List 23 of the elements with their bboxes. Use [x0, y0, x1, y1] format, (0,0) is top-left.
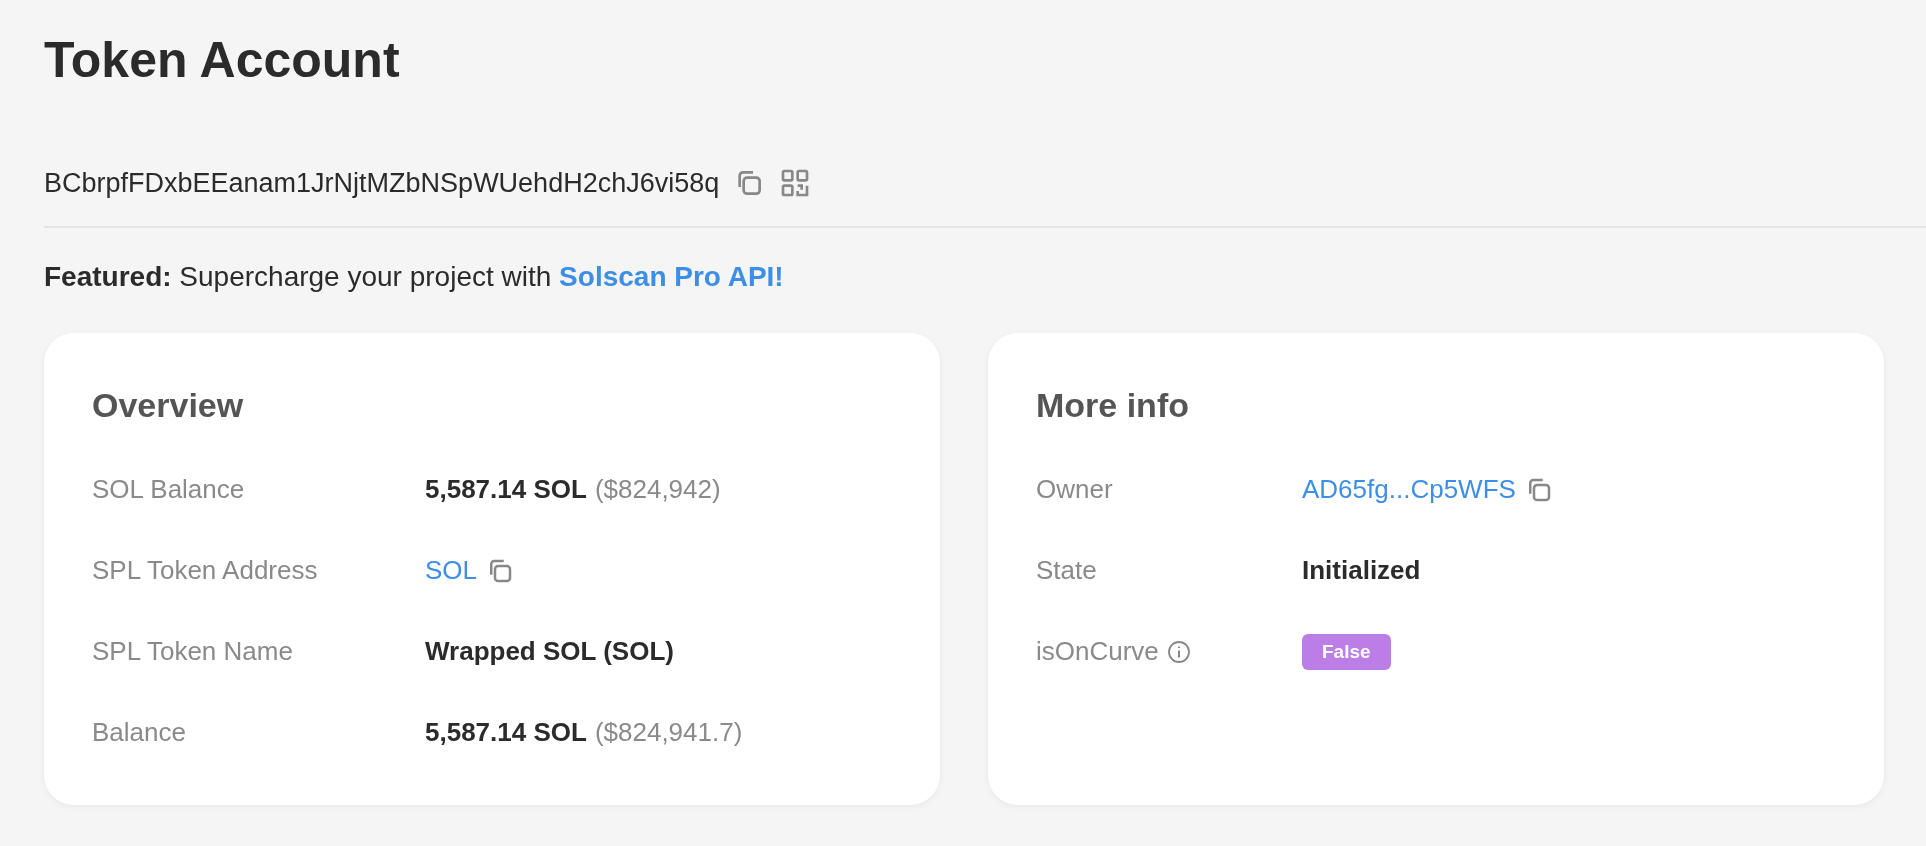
info-icon[interactable] — [1166, 639, 1191, 664]
usd-value: ($824,942) — [594, 474, 721, 505]
address-link[interactable]: SOL — [425, 555, 478, 586]
status-badge: False — [1302, 633, 1391, 670]
card-title: Overview — [92, 385, 245, 426]
featured-text: Featured: Supercharge your project with Solscan Pro API! — [44, 261, 785, 293]
field-label: SPL Token Address — [92, 555, 318, 586]
field-value: Wrapped SOL (SOL) — [425, 636, 674, 667]
field-label: SPL Token Name — [92, 636, 293, 667]
field-label: SOL Balance — [92, 474, 245, 505]
card-title: More info — [1036, 385, 1190, 426]
address-link[interactable]: AD65fg...Cp5WFS — [1302, 474, 1516, 505]
field-value: Initialized — [1302, 555, 1421, 586]
usd-value: ($824,941.7) — [594, 717, 743, 748]
field-label: isOnCurve — [1036, 636, 1159, 667]
amount-value: 5,587.14 SOL — [425, 474, 587, 505]
page-title: Token Account — [44, 31, 401, 90]
field-label: State — [1036, 555, 1097, 586]
field-label: Balance — [92, 717, 186, 748]
amount-value: 5,587.14 SOL — [425, 717, 587, 748]
pro-api-link[interactable]: Solscan Pro API! — [559, 261, 784, 292]
account-address: BCbrpfFDxbEEanam1JrNjtMZbNSpWUehdH2chJ6vi58q — [44, 167, 720, 199]
field-label: Owner — [1036, 474, 1113, 505]
